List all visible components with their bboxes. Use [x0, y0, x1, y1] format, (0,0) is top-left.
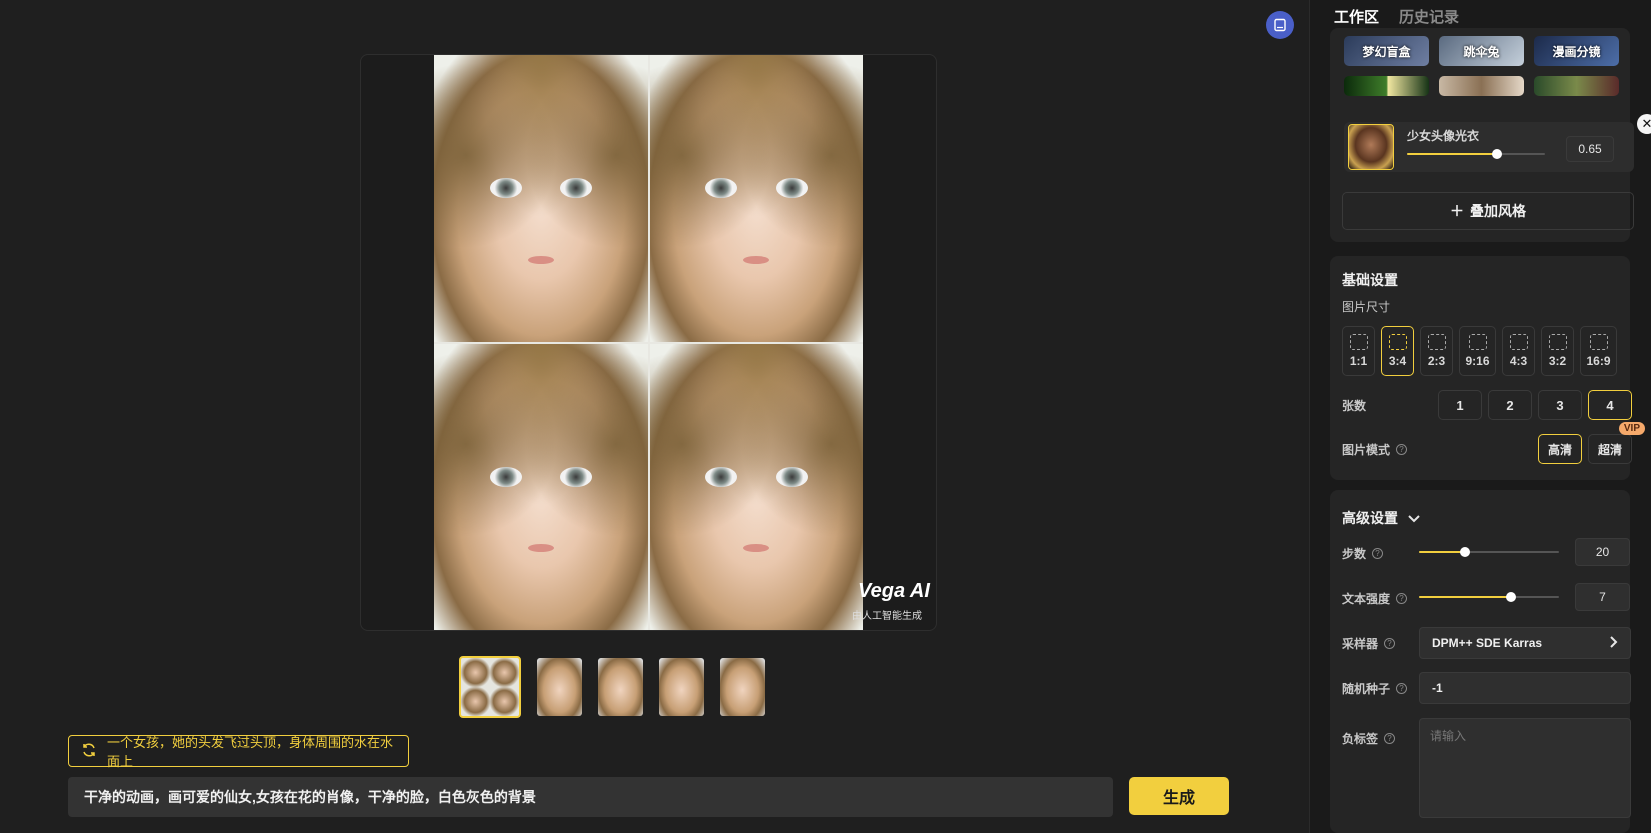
style-tile-dream-box[interactable]: 梦幻盲盒: [1344, 36, 1429, 66]
style-weight-slider[interactable]: [1407, 149, 1545, 159]
panel-tabs: 工作区 历史记录: [1334, 6, 1459, 27]
style-card: 梦幻盲盒 跳伞兔 漫画分镜 少女头像光衣 0.65 ✕ ＋ 叠加风格: [1330, 28, 1651, 242]
applied-style-name: 少女头像光衣: [1407, 129, 1480, 143]
count-option-2[interactable]: 2: [1488, 390, 1532, 420]
negative-prompt-label: 负标签?: [1342, 730, 1396, 747]
thumbnail[interactable]: [598, 658, 643, 716]
advanced-settings-header[interactable]: 高级设置: [1342, 508, 1420, 528]
text-strength-label: 文本强度?: [1342, 590, 1408, 607]
generate-button[interactable]: 生成: [1129, 777, 1229, 815]
ratio-2-3[interactable]: 2:3: [1420, 326, 1453, 376]
mode-hd[interactable]: 高清: [1538, 434, 1582, 464]
style-weight-value[interactable]: 0.65: [1566, 136, 1614, 162]
style-grid: 梦幻盲盒 跳伞兔 漫画分镜: [1344, 36, 1619, 96]
count-option-3[interactable]: 3: [1538, 390, 1582, 420]
close-icon[interactable]: ✕: [1637, 114, 1651, 134]
style-tile[interactable]: [1344, 76, 1429, 96]
settings-panel: 工作区 历史记录 梦幻盲盒 跳伞兔 漫画分镜 少女头像光衣 0.65 ✕ ＋ 叠…: [1310, 0, 1651, 833]
help-icon[interactable]: ?: [1384, 733, 1396, 744]
style-tile-comic-panel[interactable]: 漫画分镜: [1534, 36, 1619, 66]
help-icon[interactable]: ?: [1384, 638, 1396, 649]
ratio-options: 1:1 3:4 2:3 9:16 4:3 3:2 16:9: [1342, 326, 1617, 376]
count-option-4[interactable]: 4: [1588, 390, 1632, 420]
prompt-suggestion-text: 一个女孩，她的头发飞过头顶，身体周围的水在水面上: [107, 735, 394, 769]
seed-input[interactable]: -1: [1419, 672, 1631, 704]
watermark-subtitle: 由人工智能生成: [852, 611, 922, 622]
style-tile[interactable]: [1439, 76, 1524, 96]
thumbnail-strip: [459, 656, 765, 718]
count-label: 张数: [1342, 399, 1367, 413]
help-icon[interactable]: ?: [1372, 548, 1384, 559]
ratio-9-16[interactable]: 9:16: [1459, 326, 1496, 376]
steps-value[interactable]: 20: [1575, 538, 1630, 566]
thumbnail[interactable]: [537, 658, 582, 716]
negative-prompt-input[interactable]: 请输入: [1419, 718, 1631, 818]
sampler-value: DPM++ SDE Karras: [1432, 636, 1543, 650]
generated-image-4: [649, 343, 863, 630]
seed-value: -1: [1432, 681, 1443, 695]
ratio-3-2[interactable]: 3:2: [1541, 326, 1574, 376]
applied-style-row: 少女头像光衣 0.65: [1344, 122, 1634, 172]
add-style-button[interactable]: ＋ 叠加风格: [1342, 192, 1634, 230]
generated-image-2: [649, 55, 863, 342]
thumbnail[interactable]: [720, 658, 765, 716]
tab-history[interactable]: 历史记录: [1399, 6, 1459, 27]
book-icon[interactable]: [1266, 11, 1294, 39]
mode-uhd[interactable]: 超清 VIP: [1588, 422, 1645, 464]
chevron-down-icon[interactable]: [1408, 510, 1420, 526]
sampler-label: 采样器?: [1342, 635, 1396, 652]
applied-style-thumbnail: [1348, 124, 1394, 170]
count-options: 1 2 3 4: [1438, 390, 1632, 420]
chevron-right-icon: [1610, 635, 1618, 651]
mode-options: 高清 超清 VIP: [1538, 422, 1645, 464]
steps-label: 步数?: [1342, 545, 1384, 562]
watermark-title: Vega AI: [858, 580, 930, 602]
slider-knob[interactable]: [1491, 149, 1502, 159]
advanced-settings-card: 高级设置 步数? 20 文本强度? 7 采样器? DPM++ SDE Karra…: [1330, 490, 1631, 833]
sampler-select[interactable]: DPM++ SDE Karras: [1419, 627, 1631, 659]
ratio-4-3[interactable]: 4:3: [1502, 326, 1535, 376]
generated-image-3: [434, 343, 648, 630]
thumbnail-grid[interactable]: [459, 656, 521, 718]
image-size-label: 图片尺寸: [1342, 300, 1391, 314]
refresh-icon[interactable]: [81, 742, 97, 761]
prompt-suggestion[interactable]: 一个女孩，她的头发飞过头顶，身体周围的水在水面上: [68, 735, 409, 769]
slider-knob[interactable]: [1506, 592, 1517, 602]
help-icon[interactable]: ?: [1396, 683, 1408, 694]
count-option-1[interactable]: 1: [1438, 390, 1482, 420]
plus-icon: ＋: [1450, 203, 1464, 219]
generated-image-1: [434, 55, 648, 342]
thumbnail[interactable]: [659, 658, 704, 716]
vip-badge: VIP: [1618, 422, 1645, 435]
generated-image-grid[interactable]: [434, 55, 863, 630]
prompt-input[interactable]: 干净的动画，画可爱的仙女,女孩在花的肖像，干净的脸，白色灰色的背景: [68, 777, 1113, 817]
add-style-label: 叠加风格: [1470, 203, 1526, 219]
ratio-16-9[interactable]: 16:9: [1580, 326, 1617, 376]
style-tile[interactable]: [1534, 76, 1619, 96]
tab-workspace[interactable]: 工作区: [1334, 6, 1379, 27]
text-strength-slider[interactable]: [1419, 592, 1559, 602]
advanced-settings-title: 高级设置: [1342, 510, 1398, 526]
steps-slider[interactable]: [1419, 547, 1559, 557]
basic-settings-card: 基础设置 图片尺寸 1:1 3:4 2:3 9:16 4:3 3:2 16:9 …: [1330, 256, 1645, 480]
help-icon[interactable]: ?: [1396, 444, 1408, 455]
basic-settings-title: 基础设置: [1342, 272, 1398, 288]
style-tile-parachute-rabbit[interactable]: 跳伞兔: [1439, 36, 1524, 66]
ratio-1-1[interactable]: 1:1: [1342, 326, 1375, 376]
seed-label: 随机种子?: [1342, 680, 1408, 697]
workspace-main: Vega AI 由人工智能生成 一个女孩，她的头发飞过头顶，身体周围的水在水面上…: [0, 0, 1309, 833]
ratio-3-4[interactable]: 3:4: [1381, 326, 1414, 376]
slider-knob[interactable]: [1460, 547, 1471, 557]
image-mode-label: 图片模式?: [1342, 441, 1408, 458]
text-strength-value[interactable]: 7: [1575, 583, 1630, 611]
help-icon[interactable]: ?: [1396, 593, 1408, 604]
